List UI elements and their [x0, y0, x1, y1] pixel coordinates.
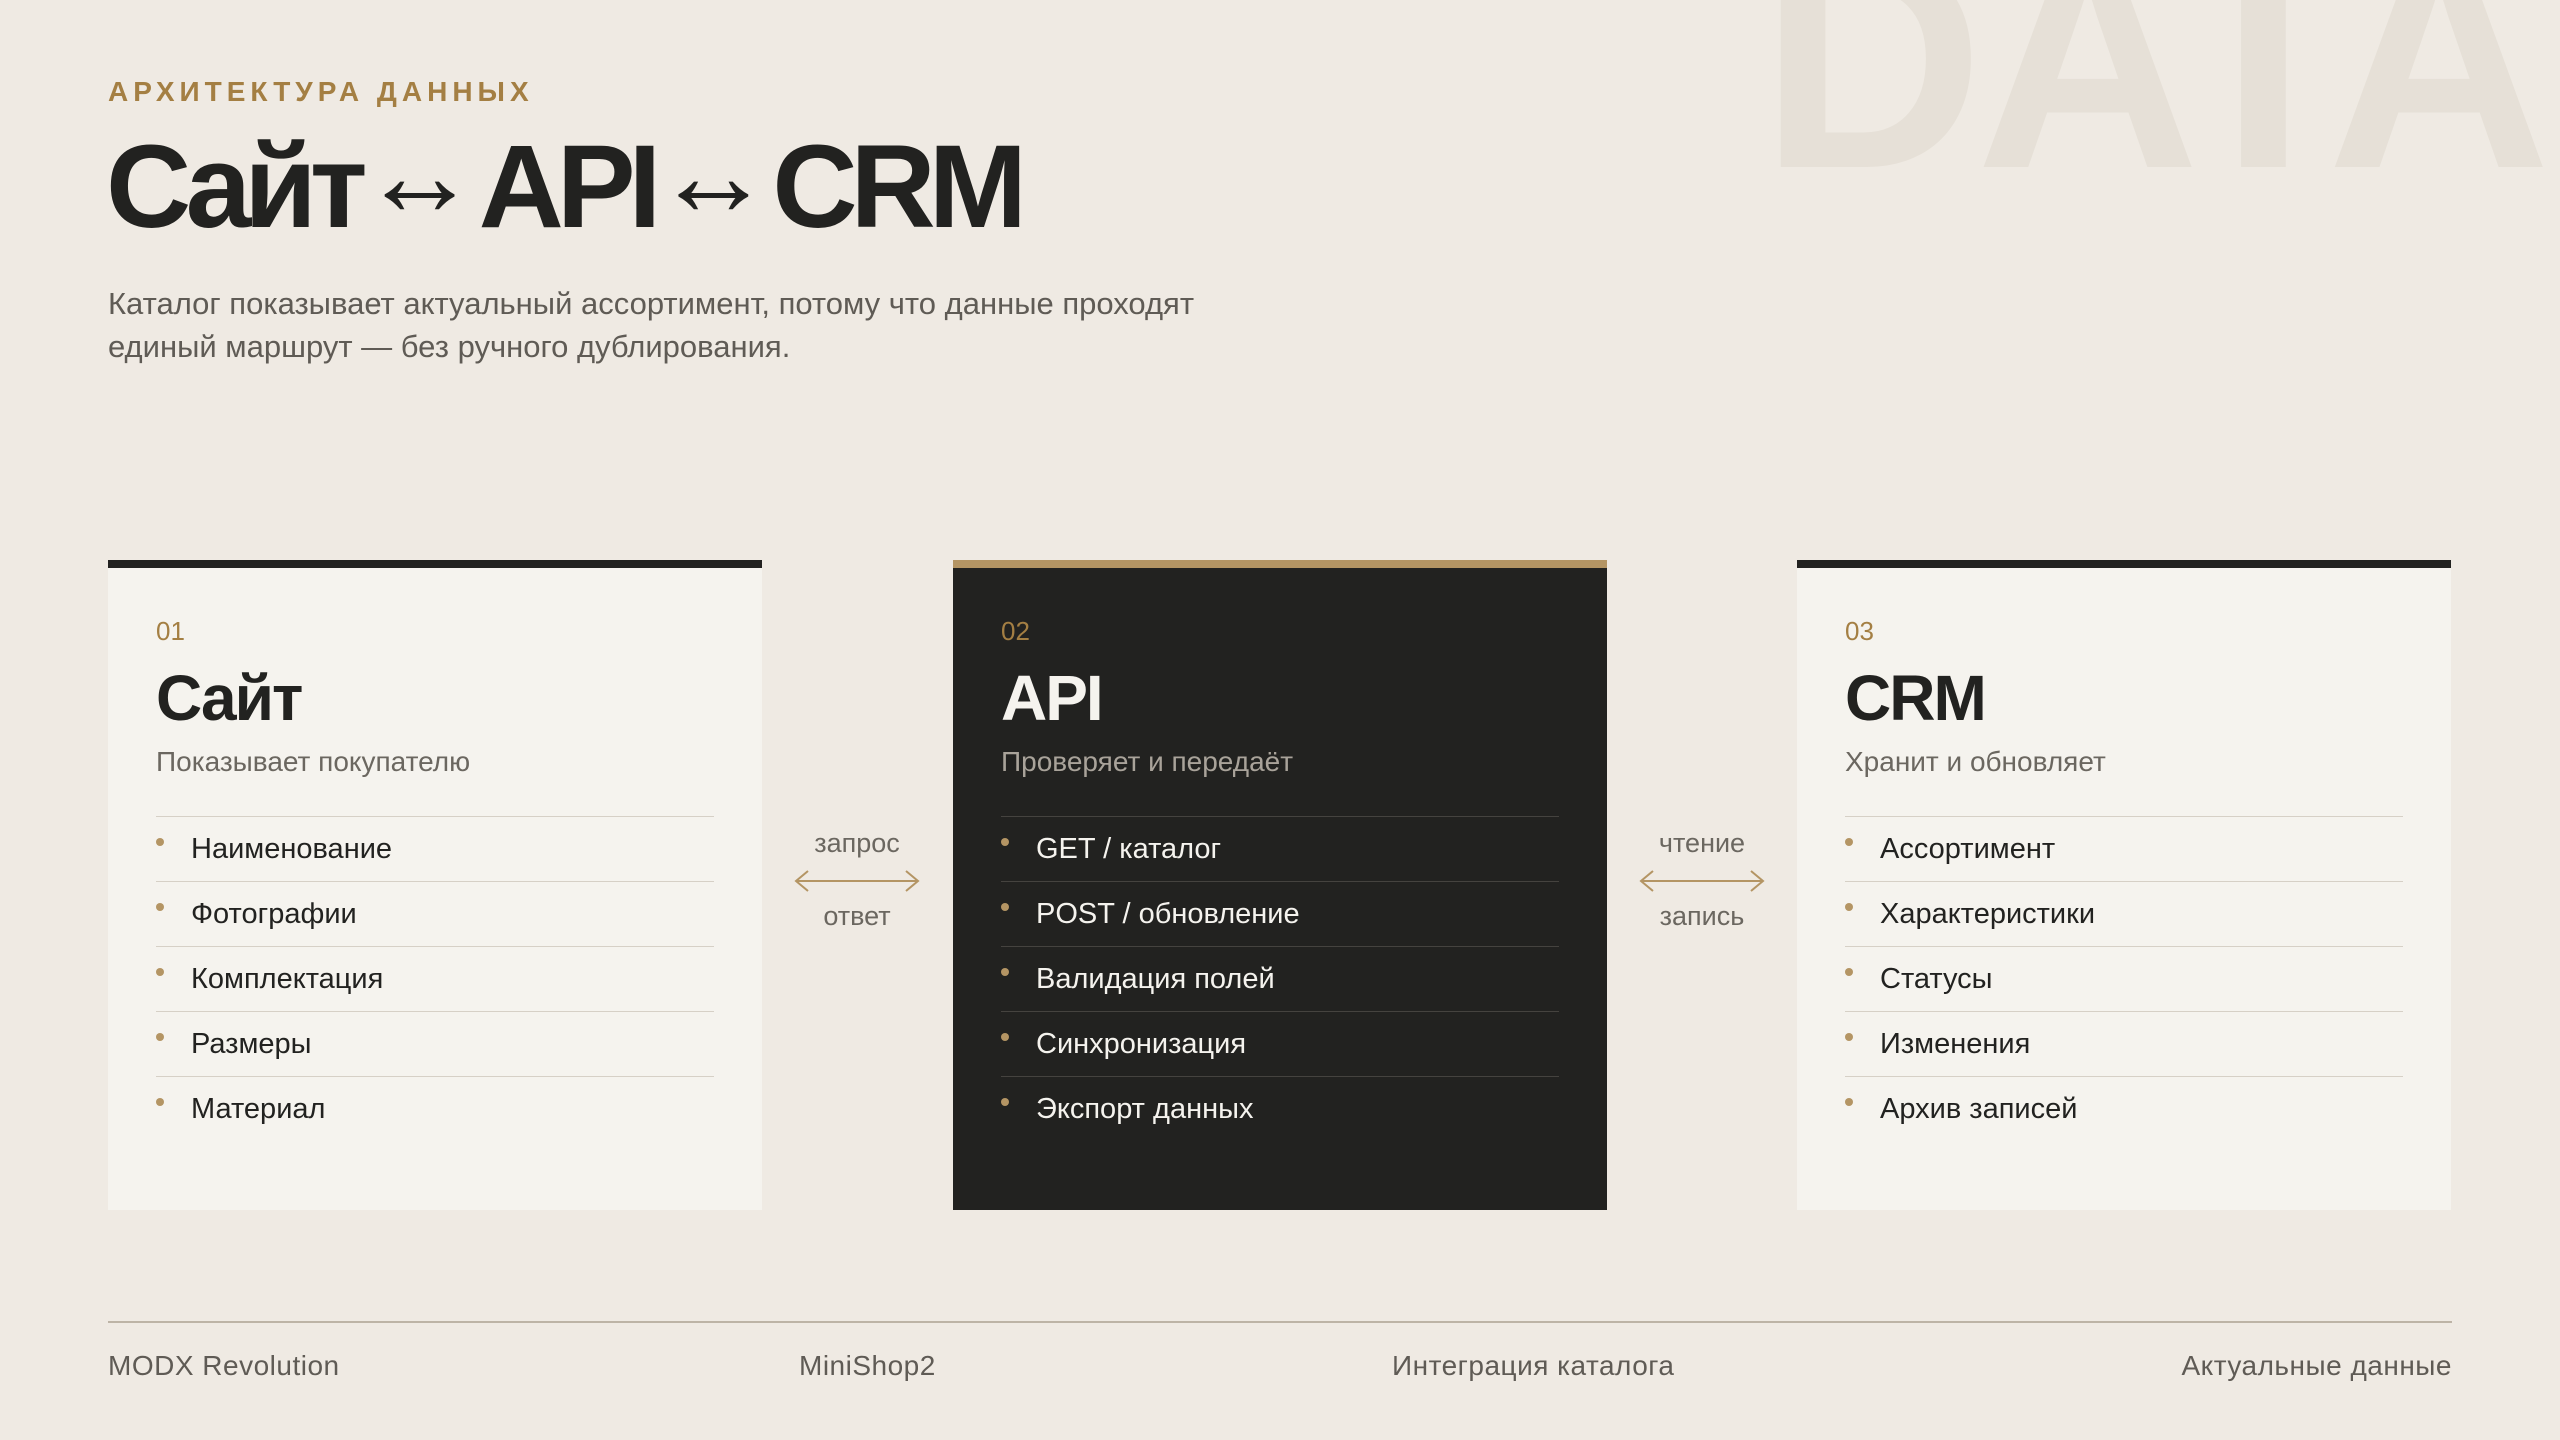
card-number: 03 [1845, 616, 1874, 646]
list-item-label: Наименование [191, 832, 393, 865]
list-item: Ассортимент [1845, 816, 2403, 881]
connector-site-api: запрос ответ [782, 830, 932, 930]
bullet-dot [156, 1033, 164, 1041]
list-item: Характеристики [1845, 881, 2403, 946]
card-subtitle: Хранит и обновляет [1845, 746, 2106, 777]
connector-bottom-label: ответ [823, 901, 891, 931]
footer-item-integration: Интеграция каталога [1392, 1350, 1675, 1381]
bullet-dot [1001, 903, 1009, 911]
list-item-label: Статусы [1880, 962, 1993, 995]
card-number: 01 [156, 616, 185, 646]
list-item: POST / обновление [1001, 881, 1559, 946]
connector-api-crm: чтение запись [1627, 830, 1777, 930]
bullet-dot [1845, 838, 1853, 846]
card-crm: 03 CRM Хранит и обновляет Ассортимент Ха… [1797, 560, 2451, 1210]
list-item-label: Изменения [1880, 1027, 2031, 1060]
list-item-label: Размеры [191, 1027, 312, 1060]
list-item: Изменения [1845, 1011, 2403, 1076]
bullet-dot [1001, 838, 1009, 846]
bullet-dot [1845, 968, 1853, 976]
card-api: 02 API Проверяет и передаёт GET / катало… [953, 560, 1607, 1210]
background-watermark: DATA [1760, 0, 2551, 233]
bullet-dot [1845, 1033, 1853, 1041]
list-item-label: Синхронизация [1036, 1027, 1247, 1060]
list-item-label: Фотографии [191, 897, 357, 930]
list-item-label: GET / каталог [1036, 832, 1222, 865]
list-item: GET / каталог [1001, 816, 1559, 881]
card-title: CRM [1845, 662, 1987, 734]
connector-top-label: запрос [814, 828, 900, 858]
bullet-dot [1001, 1033, 1009, 1041]
list-item-label: Архив записей [1880, 1092, 2078, 1125]
eyebrow-label: АРХИТЕКТУРА ДАННЫХ [108, 76, 534, 107]
footer-item-platform: MODX Revolution [108, 1350, 340, 1381]
list-item: Фотографии [156, 881, 714, 946]
title-site: Сайт [106, 121, 368, 253]
double-arrow-icon [1639, 870, 1765, 892]
bullet-dot [156, 838, 164, 846]
card-list: Ассортимент Характеристики Статусы Измен… [1845, 816, 2403, 1141]
card-number: 02 [1001, 616, 1030, 646]
list-item-label: Экспорт данных [1036, 1092, 1254, 1125]
bullet-dot [1845, 903, 1853, 911]
card-list: GET / каталог POST / обновление Валидаци… [1001, 816, 1559, 1141]
connector-bottom-label: запись [1659, 901, 1745, 931]
bullet-dot [156, 1098, 164, 1106]
footer-divider [108, 1321, 2452, 1323]
list-item-label: Комплектация [191, 962, 384, 995]
page-title: Сайт↔API↔CRM [106, 116, 1027, 246]
footer-item-module: MiniShop2 [799, 1350, 936, 1381]
title-api: API [478, 121, 662, 253]
list-item: Экспорт данных [1001, 1076, 1559, 1141]
title-arrow-1: ↔ [360, 109, 479, 241]
list-item-label: Ассортимент [1880, 832, 2056, 865]
card-site: 01 Сайт Показывает покупателю Наименован… [108, 560, 762, 1210]
double-arrow-icon [794, 870, 920, 892]
title-crm: CRM [772, 121, 1027, 253]
list-item: Синхронизация [1001, 1011, 1559, 1076]
bullet-dot [1845, 1098, 1853, 1106]
list-item-label: Валидация полей [1036, 962, 1275, 995]
title-arrow-2: ↔ [654, 109, 773, 241]
bullet-dot [156, 903, 164, 911]
list-item: Материал [156, 1076, 714, 1141]
list-item-label: Характеристики [1880, 897, 2096, 930]
card-subtitle: Проверяет и передаёт [1001, 746, 1294, 777]
bullet-dot [156, 968, 164, 976]
footer-item-status: Актуальные данные [2181, 1350, 2452, 1381]
card-list: Наименование Фотографии Комплектация Раз… [156, 816, 714, 1141]
list-item-label: Материал [191, 1092, 326, 1125]
connector-top-label: чтение [1658, 828, 1746, 858]
card-title: API [1001, 662, 1104, 734]
list-item: Наименование [156, 816, 714, 881]
card-title: Сайт [156, 662, 303, 734]
list-item: Валидация полей [1001, 946, 1559, 1011]
list-item: Статусы [1845, 946, 2403, 1011]
bullet-dot [1001, 968, 1009, 976]
list-item-label: POST / обновление [1036, 897, 1300, 930]
list-item: Архив записей [1845, 1076, 2403, 1141]
bullet-dot [1001, 1098, 1009, 1106]
list-item: Комплектация [156, 946, 714, 1011]
page-subtitle: Каталог показывает актуальный ассортимен… [108, 286, 1195, 364]
list-item: Размеры [156, 1011, 714, 1076]
card-subtitle: Показывает покупателю [156, 746, 471, 777]
